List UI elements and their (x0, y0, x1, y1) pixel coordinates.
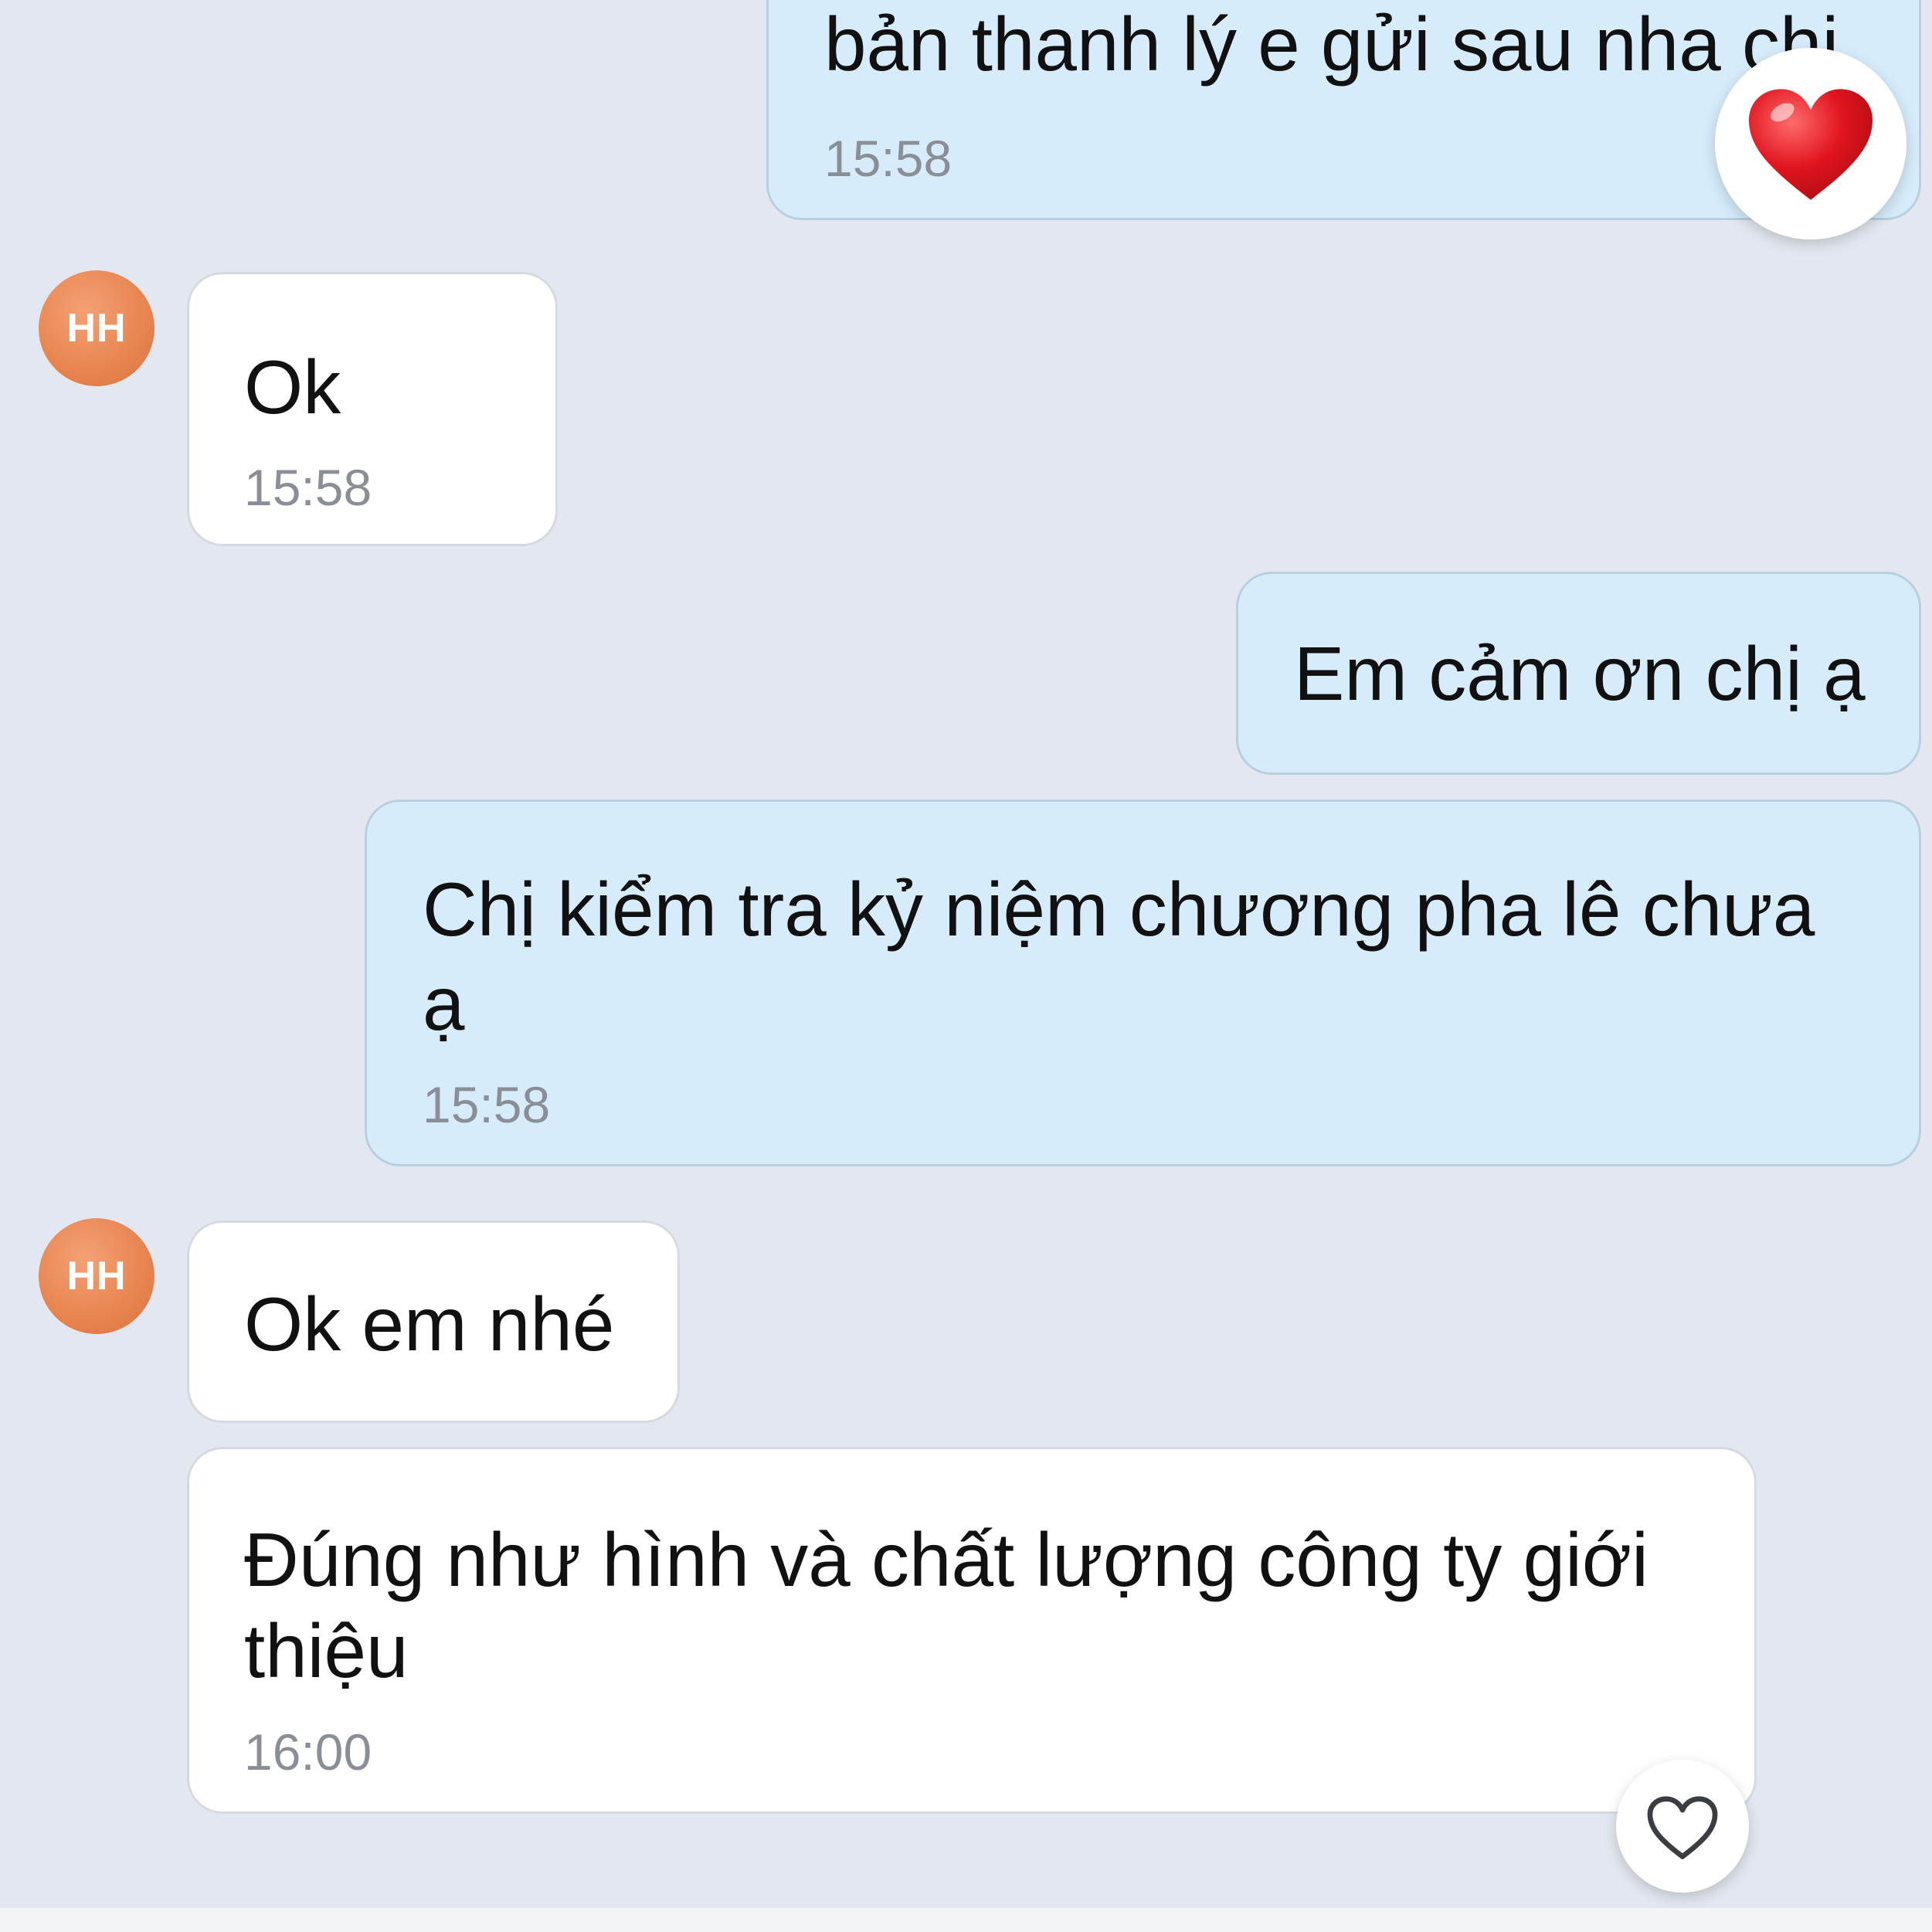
avatar[interactable]: HH (39, 270, 154, 386)
message-text: bản thanh lý e gửi sau nha chị (824, 2, 1839, 87)
message-bubble-outgoing[interactable]: Chị kiểm tra kỷ niệm chương pha lê chưa … (365, 800, 1921, 1166)
chat-thread: bản thanh lý e gửi sau nha chị 15:58 HH … (0, 0, 1932, 1908)
message-bubble-incoming[interactable]: Ok 15:58 (187, 272, 558, 546)
message-text-line: Chị kiểm tra kỷ niệm chương pha lê chưa (423, 867, 1815, 952)
message-timestamp: 15:58 (423, 1076, 551, 1133)
heart-filled-icon (1749, 89, 1873, 200)
message-bubble-incoming[interactable]: Ok em nhé (187, 1221, 680, 1423)
message-timestamp: 16:00 (244, 1723, 372, 1781)
composer-edge (0, 1908, 1932, 1932)
avatar[interactable]: HH (39, 1218, 154, 1334)
message-timestamp: 15:58 (244, 459, 372, 516)
message-timestamp: 15:58 (824, 130, 952, 187)
heart-outline-icon (1647, 1796, 1718, 1859)
message-bubble-incoming[interactable]: Đúng như hình và chất lượng công ty giới… (187, 1447, 1757, 1814)
message-text: Em cảm ơn chị ạ (1294, 631, 1866, 716)
message-text: Ok em nhé (244, 1282, 615, 1367)
reaction-badge[interactable] (1715, 48, 1907, 239)
message-bubble-outgoing[interactable]: Em cảm ơn chị ạ (1236, 572, 1921, 775)
message-text: Ok (244, 345, 341, 430)
reaction-button[interactable] (1616, 1760, 1749, 1893)
message-text-line: ạ (423, 961, 465, 1046)
message-text-line: Đúng như hình và chất lượng công ty giới (244, 1517, 1648, 1602)
message-text-line: thiệu (244, 1608, 409, 1693)
